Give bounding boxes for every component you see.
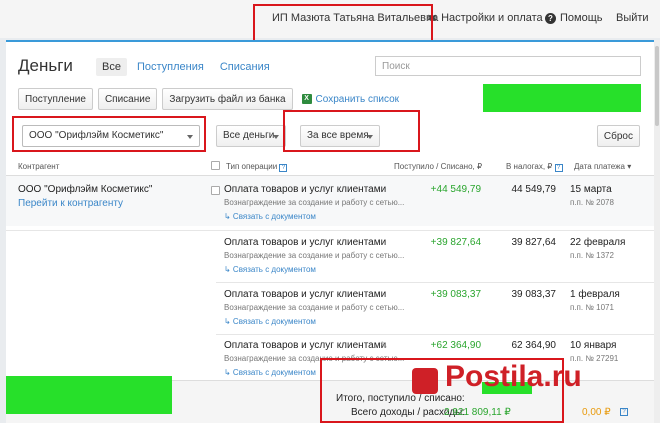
question-icon[interactable]: ? [554, 164, 563, 172]
filter-bar: ООО "Орифлэйм Косметикс" Все деньги За в… [18, 125, 648, 149]
table-header: Контрагент Тип операции ? Поступило / Сп… [6, 158, 654, 176]
exit-link[interactable]: Выйти [616, 12, 649, 24]
logo-icon [412, 368, 438, 394]
op-desc: Вознаграждение за создание и работу с се… [224, 303, 405, 312]
question-icon: ? [545, 12, 556, 24]
row-divider [216, 334, 654, 335]
row-divider [216, 282, 654, 283]
scrollbar-thumb[interactable] [655, 46, 659, 126]
period-select[interactable]: За все время [300, 125, 380, 147]
contractor-select[interactable]: ООО "Орифлэйм Косметикс" [22, 125, 200, 147]
select-all-checkbox[interactable] [211, 161, 220, 171]
settings-label: Настройки и оплата [441, 12, 543, 24]
header-income[interactable]: Поступило / Списано, ₽ [394, 162, 482, 171]
top-bar: ИП Мазюта Татьяна Витальевна ✱ Настройки… [0, 0, 660, 38]
go-to-contractor-link[interactable]: Перейти к контрагенту [18, 198, 123, 209]
chevron-down-icon [273, 135, 279, 139]
header-tax: В налогах, ₽ ? [506, 162, 563, 172]
all-income-value: 2 921 809,11 ₽ [444, 407, 511, 418]
question-icon[interactable]: ? [620, 408, 628, 416]
save-list-link[interactable]: X Сохранить список [301, 93, 400, 105]
op-desc: Вознаграждение за создание и работу с се… [224, 198, 405, 207]
total-label: Итого, поступило / списано: [336, 393, 465, 404]
chevron-down-icon [367, 135, 373, 139]
tax-value: 39 083,37 [511, 289, 557, 300]
row-checkbox[interactable] [211, 185, 220, 196]
payment-date: 1 февраля [570, 289, 620, 300]
header-op-type-label: Тип операции [226, 162, 278, 171]
period-value: За все время [307, 130, 369, 141]
all-expense-value: 0,00 ₽ [582, 407, 611, 418]
tab-bar: Все Поступления Списания [96, 58, 276, 76]
income-value: +39 083,37 [430, 289, 481, 300]
settings-link[interactable]: ✱ Настройки и оплата [427, 10, 543, 25]
tab-expense[interactable]: Списания [214, 58, 276, 76]
contractor-name: ООО "Орифлэйм Косметикс" [18, 184, 153, 195]
money-type-value: Все деньги [223, 130, 275, 141]
payment-order: п.п. № 2078 [570, 198, 614, 207]
reset-button[interactable]: Сброс [596, 125, 640, 147]
chevron-down-icon [187, 135, 193, 139]
payment-order: п.п. № 1372 [570, 251, 614, 260]
income-value: +39 827,64 [430, 237, 481, 248]
header-contractor[interactable]: Контрагент [18, 162, 59, 171]
op-desc: Вознаграждение за создание и работу с се… [224, 354, 405, 363]
checkbox-icon [211, 185, 220, 195]
tax-value: 44 549,79 [511, 184, 557, 195]
tax-value: 39 827,64 [511, 237, 557, 248]
scrollbar[interactable] [654, 40, 660, 423]
payment-date: 15 марта [570, 184, 612, 195]
help-link[interactable]: ? Помощь [545, 12, 603, 24]
op-type: Оплата товаров и услуг клиентами [224, 184, 387, 195]
upload-bank-file-button[interactable]: Загрузить файл из банка [162, 88, 293, 110]
income-value: +44 549,79 [430, 184, 481, 195]
header-op-type: Тип операции ? [226, 162, 288, 172]
op-type: Оплата товаров и услуг клиентами [224, 237, 387, 248]
page-title: Деньги [18, 56, 73, 75]
redacted-block [483, 84, 641, 112]
payment-order: п.п. № 1071 [570, 303, 614, 312]
excel-icon: X [301, 94, 312, 104]
op-type: Оплата товаров и услуг клиентами [224, 289, 387, 300]
add-income-button[interactable]: Поступление [18, 88, 93, 110]
tax-value: 62 364,90 [511, 340, 557, 351]
search-input[interactable] [375, 56, 641, 76]
row-divider [6, 230, 654, 231]
op-type: Оплата товаров и услуг клиентами [224, 340, 387, 351]
save-list-label: Сохранить список [315, 93, 400, 105]
header-date-label: Дата платежа [574, 162, 625, 171]
add-expense-button[interactable]: Списание [97, 88, 158, 110]
help-label: Помощь [560, 12, 603, 24]
user-name[interactable]: ИП Мазюта Татьяна Витальевна [272, 12, 438, 24]
toolbar: Поступление Списание Загрузить файл из б… [18, 88, 399, 110]
payment-date: 22 февраля [570, 237, 626, 248]
edit-icon[interactable]: ✎ [380, 340, 388, 351]
sort-arrow-icon: ▾ [627, 162, 632, 171]
contractor-select-value: ООО "Орифлэйм Косметикс" [29, 130, 164, 141]
money-type-select[interactable]: Все деньги [216, 125, 286, 147]
header-date[interactable]: Дата платежа ▾ [574, 162, 631, 171]
gear-icon: ✱ [427, 10, 438, 25]
tab-all[interactable]: Все [96, 58, 127, 76]
op-desc: Вознаграждение за создание и работу с се… [224, 251, 405, 260]
payment-date: 10 января [570, 340, 617, 351]
redacted-block [6, 376, 172, 414]
link-document[interactable]: ↳ Связать с документом [224, 212, 316, 221]
link-document[interactable]: ↳ Связать с документом [224, 265, 316, 274]
header-tax-label: В налогах, ₽ [506, 162, 553, 171]
link-document[interactable]: ↳ Связать с документом [224, 317, 316, 326]
watermark: Postila.ru [445, 360, 582, 393]
question-icon[interactable]: ? [279, 164, 288, 172]
link-document[interactable]: ↳ Связать с документом [224, 368, 316, 377]
tab-income[interactable]: Поступления [131, 58, 210, 76]
income-value: +62 364,90 [430, 340, 481, 351]
checkbox-icon [211, 161, 220, 171]
